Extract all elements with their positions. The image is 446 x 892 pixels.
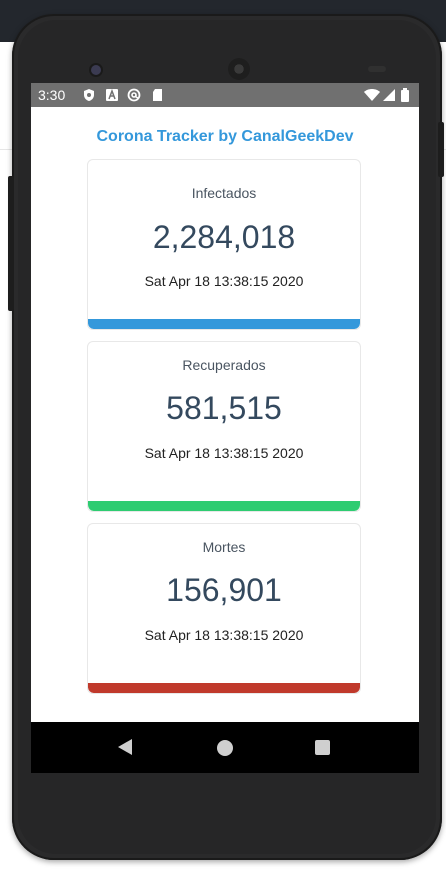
- navigation-bar: [31, 722, 419, 773]
- signal-icon: [383, 89, 395, 101]
- card-label: Mortes: [202, 539, 246, 555]
- infected-card: Infectados 2,284,018 Sat Apr 18 13:38:15…: [87, 159, 361, 330]
- status-bar: 3:30: [31, 83, 419, 107]
- proximity-sensor: [368, 66, 386, 72]
- card-color-bar: [88, 319, 360, 329]
- card-date: Sat Apr 18 13:38:15 2020: [144, 273, 304, 289]
- deaths-card: Mortes 156,901 Sat Apr 18 13:38:15 2020: [87, 523, 361, 694]
- wifi-icon: [364, 89, 380, 101]
- a-icon: [106, 88, 118, 101]
- sd-card-icon: [153, 89, 162, 101]
- recovered-card: Recuperados 581,515 Sat Apr 18 13:38:15 …: [87, 341, 361, 512]
- volume-button[interactable]: [8, 176, 14, 311]
- earpiece-speaker: [228, 58, 250, 80]
- card-color-bar: [88, 501, 360, 511]
- status-time: 3:30: [38, 87, 66, 103]
- home-icon[interactable]: [217, 740, 233, 756]
- card-label: Recuperados: [182, 357, 266, 373]
- shield-icon: [84, 89, 94, 101]
- card-date: Sat Apr 18 13:38:15 2020: [144, 445, 304, 461]
- card-value: 156,901: [166, 572, 282, 608]
- back-icon[interactable]: [118, 739, 132, 755]
- recent-apps-icon[interactable]: [315, 740, 330, 755]
- power-button[interactable]: [438, 122, 444, 177]
- card-color-bar: [88, 683, 360, 693]
- card-date: Sat Apr 18 13:38:15 2020: [144, 627, 304, 643]
- battery-icon: [401, 88, 409, 102]
- at-sign-icon: [127, 88, 141, 102]
- app-title: Corona Tracker by CanalGeekDev: [96, 128, 354, 145]
- card-label: Infectados: [191, 185, 257, 201]
- card-value: 2,284,018: [152, 219, 296, 255]
- card-value: 581,515: [166, 390, 282, 426]
- front-camera: [91, 65, 101, 75]
- phone-screen: 3:30 Corona Tracker by CanalGeekDev Infe…: [31, 83, 419, 773]
